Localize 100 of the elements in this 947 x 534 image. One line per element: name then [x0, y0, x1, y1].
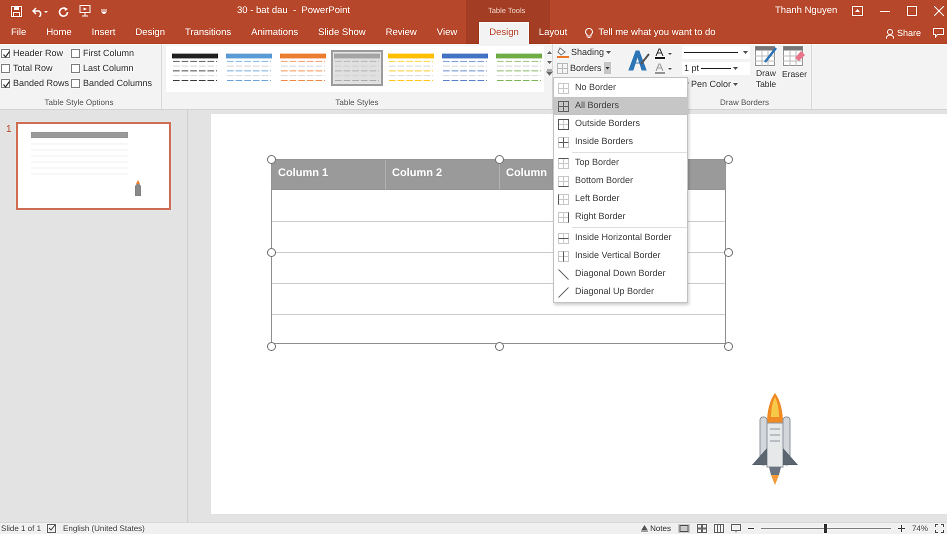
checkbox[interactable]	[1, 64, 10, 73]
resize-handle[interactable]	[266, 248, 276, 257]
ribbon-tab[interactable]: Review	[376, 22, 427, 44]
line-style-icon	[684, 51, 738, 54]
spell-check-icon[interactable]	[47, 524, 58, 533]
lightbulb-icon	[585, 28, 594, 38]
resize-handle[interactable]	[724, 342, 732, 350]
comment-icon[interactable]	[933, 28, 944, 38]
option-label: Total Row	[13, 62, 53, 75]
ribbon-tab[interactable]: View	[426, 22, 468, 44]
draw-table-button[interactable]: Draw Table	[754, 46, 778, 97]
language-label: English (United States)	[63, 522, 145, 534]
resize-handle[interactable]	[266, 342, 276, 350]
border-icon	[558, 136, 569, 148]
caret-icon	[733, 66, 738, 70]
save-icon[interactable]	[11, 6, 22, 16]
scroll-up-icon[interactable]	[546, 49, 553, 55]
zoom-level: 74%	[912, 522, 928, 534]
pen-style-dropdown[interactable]	[682, 46, 750, 59]
slideshow-icon[interactable]	[730, 524, 741, 533]
checkbox[interactable]	[71, 49, 80, 58]
customize-icon[interactable]	[101, 8, 107, 14]
resize-handle[interactable]	[724, 154, 732, 164]
border-icon	[558, 100, 569, 112]
slide-thumbnail[interactable]	[16, 122, 171, 210]
more-icon[interactable]	[546, 69, 553, 77]
reading-view-icon[interactable]	[714, 524, 724, 533]
ribbon-tab[interactable]: Design	[479, 22, 529, 44]
borders-icon	[557, 62, 568, 74]
ribbon-tab[interactable]: Layout	[528, 22, 578, 44]
window-title: 30 - bat dau - PowerPoint	[237, 4, 350, 18]
table-style-thumbnail[interactable]	[331, 50, 383, 86]
slider-thumb[interactable]	[824, 524, 828, 533]
menu-item[interactable]: All Borders	[554, 97, 687, 115]
menu-item[interactable]: No Border	[554, 79, 687, 97]
notes-icon	[641, 525, 648, 532]
checkbox[interactable]	[71, 79, 80, 88]
border-icon	[558, 232, 569, 244]
presentation-icon[interactable]	[79, 5, 91, 17]
border-icon	[558, 212, 569, 222]
option-label: First Column	[83, 46, 134, 60]
caret-icon	[743, 50, 748, 54]
undo-icon[interactable]	[32, 6, 48, 16]
shading-button[interactable]: Shading	[557, 46, 612, 60]
text-effects-icon[interactable]	[627, 48, 652, 72]
resize-handle[interactable]	[495, 154, 504, 164]
text-fill-icon[interactable]	[655, 48, 674, 59]
checkbox[interactable]	[1, 49, 10, 58]
border-icon	[558, 268, 569, 280]
ribbon-tab[interactable]: Home	[36, 22, 82, 44]
option-label: Banded Rows	[13, 76, 70, 90]
border-icon	[558, 286, 569, 298]
ribbon-tab[interactable]: Animations	[241, 22, 308, 44]
menu-item[interactable]: Inside Horizontal Border	[554, 229, 687, 247]
border-icon	[558, 176, 569, 186]
menu-item[interactable]: Diagonal Down Border	[554, 265, 687, 283]
caret-icon	[733, 82, 738, 87]
ribbon-tab[interactable]: Insert	[82, 22, 126, 44]
redo-icon[interactable]	[58, 6, 69, 16]
ribbon-tab[interactable]: Transitions	[175, 22, 242, 44]
border-icon	[558, 118, 569, 130]
option-label: Last Column	[83, 62, 134, 75]
pen-weight-dropdown[interactable]: 1 pt	[682, 62, 750, 75]
borders-button[interactable]: Borders	[557, 62, 612, 75]
maximize-icon[interactable]	[907, 6, 917, 16]
eraser-button[interactable]: Eraser	[782, 46, 807, 97]
tell-me-field[interactable]: Tell me what you want to do	[596, 24, 796, 42]
ribbon-display-icon[interactable]	[852, 6, 863, 16]
ribbon-tab[interactable]: Design	[125, 22, 175, 44]
menu-item[interactable]: Outside Borders	[554, 115, 687, 133]
group-label: Table Styles	[334, 97, 380, 109]
option-label: Banded Columns	[83, 76, 152, 90]
resize-handle[interactable]	[495, 342, 504, 350]
border-icon	[558, 250, 569, 262]
slide-number: 1	[6, 123, 12, 137]
resize-handle[interactable]	[724, 248, 732, 257]
close-icon[interactable]	[934, 6, 944, 16]
zoom-in-icon[interactable]	[898, 524, 905, 533]
border-icon	[558, 194, 569, 204]
share-button[interactable]: Share	[897, 27, 922, 40]
user-name: Thanh Nguyen	[775, 4, 838, 18]
menu-item[interactable]: Right Border	[554, 208, 687, 226]
menu-item[interactable]: Inside Borders	[554, 133, 687, 151]
ribbon-tab[interactable]: Slide Show	[308, 22, 376, 44]
scroll-down-icon[interactable]	[546, 59, 553, 65]
menu-item[interactable]: Inside Vertical Border	[554, 247, 687, 265]
fit-slide-icon[interactable]	[935, 524, 944, 533]
menu-item[interactable]: Diagonal Up Border	[554, 283, 687, 301]
normal-view-icon[interactable]	[678, 524, 690, 533]
caret-icon	[606, 50, 612, 55]
dropdown-icon[interactable]	[604, 62, 611, 74]
menu-item[interactable]: Left Border	[554, 190, 687, 208]
notes-button[interactable]: Notes	[641, 522, 671, 534]
slide-sorter-icon[interactable]	[696, 524, 707, 533]
checkbox[interactable]	[1, 79, 10, 88]
checkbox[interactable]	[71, 64, 80, 73]
ribbon-tab[interactable]: File	[0, 22, 36, 44]
option-label: Header Row	[13, 46, 64, 60]
slide-count: Slide 1 of 1	[0, 522, 42, 534]
resize-handle[interactable]	[266, 154, 276, 164]
